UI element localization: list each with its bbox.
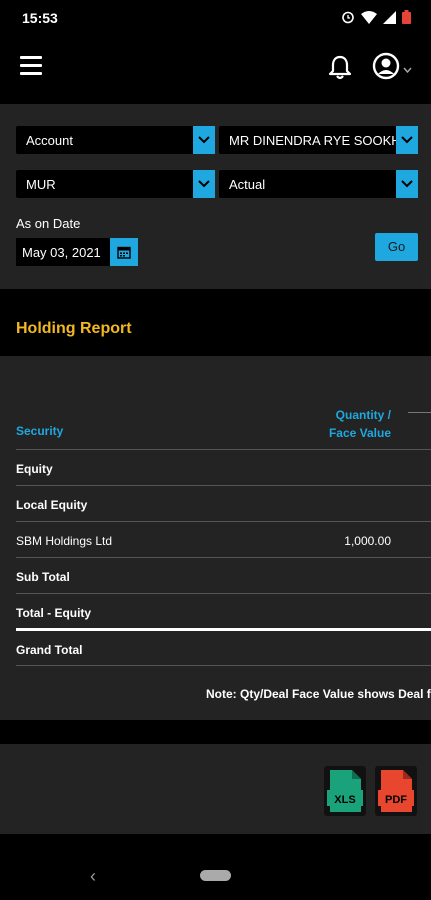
alarm-icon — [341, 10, 355, 29]
chevron-down-icon — [396, 126, 418, 154]
report-note: Note: Qty/Deal Face Value shows Deal fa — [206, 687, 431, 701]
table-row: Equity — [16, 449, 431, 485]
chevron-down-icon — [193, 126, 215, 154]
table-row: Grand Total — [16, 628, 431, 664]
date-value: May 03, 2021 — [22, 245, 101, 260]
pdf-file-icon — [378, 770, 414, 812]
chevron-down-icon — [193, 170, 215, 198]
row-label: Sub Total — [16, 570, 70, 584]
xls-file-icon — [327, 770, 363, 812]
table-bottom-divider — [16, 665, 431, 666]
row-label: Total - Equity — [16, 606, 92, 620]
account-type-value: Account — [26, 133, 73, 148]
table-row: SBM Holdings Ltd 1,000.00 — [16, 521, 431, 557]
go-button[interactable]: Go — [375, 233, 418, 261]
column-header-quantity-line2: Face Value — [328, 426, 391, 440]
table-row: Local Equity — [16, 485, 431, 521]
status-bar: 15:53 — [0, 0, 431, 38]
currency-value: MUR — [26, 177, 56, 192]
home-pill[interactable] — [200, 870, 231, 881]
filter-panel: Account MR DINENDRA RYE SOOKHA MUR Actua… — [0, 104, 431, 289]
date-input[interactable]: May 03, 2021 — [16, 238, 110, 266]
back-icon[interactable]: ‹ — [90, 866, 96, 887]
wifi-icon — [361, 10, 377, 29]
holding-report-table[interactable]: Security Quantity / Face Value Equity Lo… — [0, 356, 431, 720]
row-label: Grand Total — [16, 643, 83, 657]
export-pdf-button[interactable]: PDF — [375, 766, 417, 816]
row-value: 1,000.00 — [344, 534, 391, 548]
app-bar — [0, 38, 431, 98]
table-row: Total - Equity — [16, 593, 431, 629]
xls-label: XLS — [334, 794, 356, 806]
as-on-date-label: As on Date — [16, 216, 81, 231]
row-label: Local Equity — [16, 498, 88, 512]
page-title: Holding Report — [16, 320, 132, 337]
bell-icon[interactable] — [328, 54, 352, 85]
export-xls-button[interactable]: XLS — [324, 766, 366, 816]
status-time: 15:53 — [22, 10, 58, 26]
profile-menu[interactable] — [372, 52, 412, 85]
status-icons — [341, 10, 411, 29]
view-select[interactable]: Actual — [219, 170, 418, 198]
column-header-security: Security — [16, 424, 64, 438]
chevron-down-icon — [403, 60, 412, 78]
row-label: Equity — [16, 462, 53, 476]
menu-icon[interactable] — [20, 56, 42, 75]
view-value: Actual — [229, 177, 266, 192]
account-type-select[interactable]: Account — [16, 126, 215, 154]
signal-icon — [383, 10, 396, 29]
account-name-value: MR DINENDRA RYE SOOKHA — [229, 133, 397, 148]
currency-select[interactable]: MUR — [16, 170, 215, 198]
chevron-down-icon — [396, 170, 418, 198]
calendar-icon[interactable] — [110, 238, 138, 266]
header-divider — [408, 412, 431, 413]
column-header-quantity-line1: Quantity / — [335, 408, 391, 422]
account-name-select[interactable]: MR DINENDRA RYE SOOKHA — [219, 126, 418, 154]
account-circle-icon — [372, 52, 400, 85]
table-row: Sub Total — [16, 557, 431, 593]
column-header-quantity: Quantity / Face Value — [301, 406, 391, 442]
export-panel: XLS PDF — [0, 744, 431, 834]
battery-icon — [402, 10, 411, 29]
row-label: SBM Holdings Ltd — [16, 534, 113, 548]
system-nav-bar: ‹ — [0, 850, 431, 900]
pdf-label: PDF — [385, 794, 407, 806]
